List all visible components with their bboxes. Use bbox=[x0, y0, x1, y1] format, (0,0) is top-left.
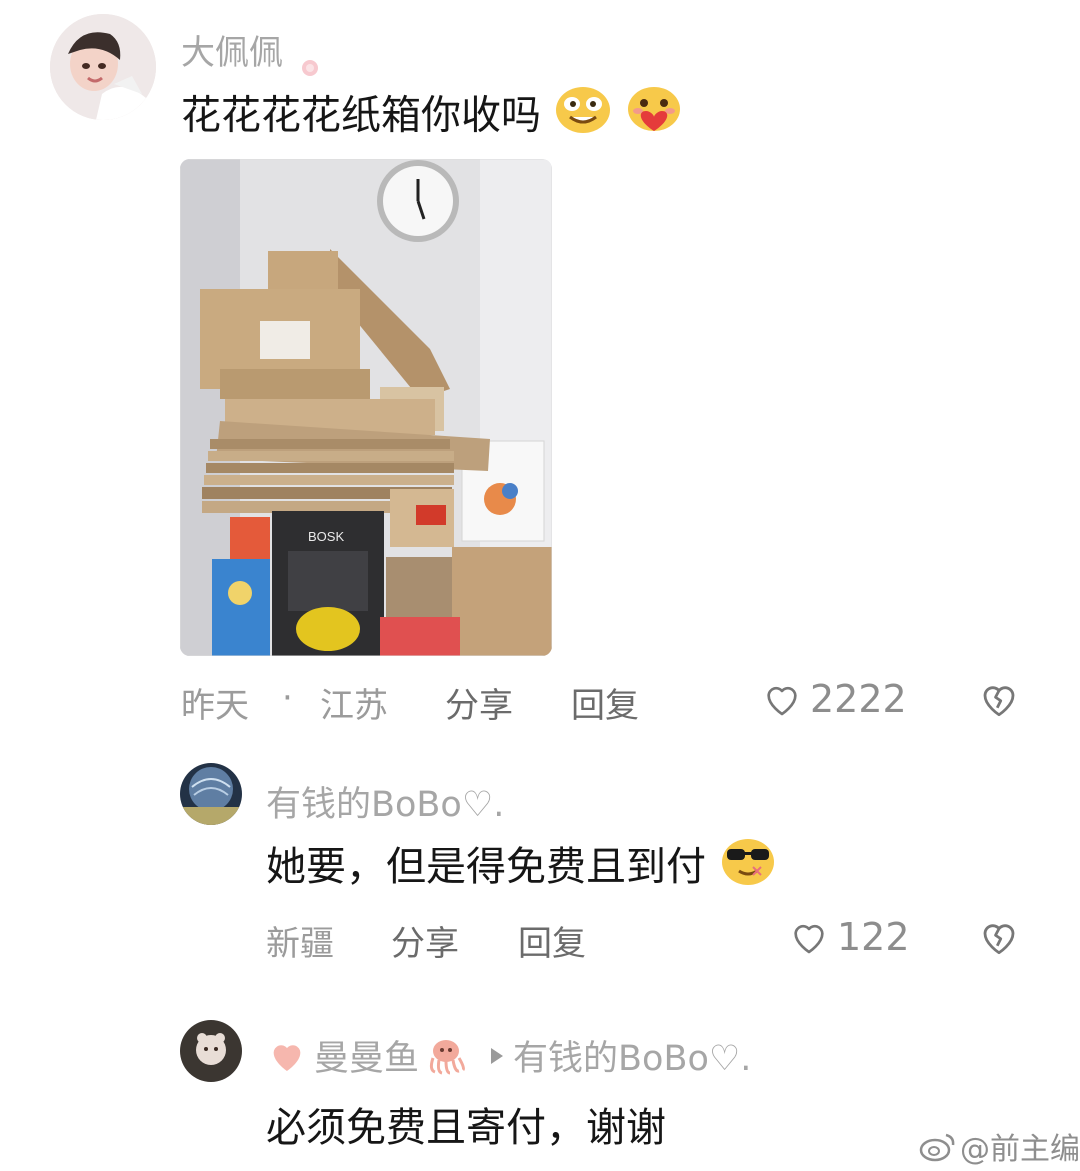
avatar[interactable] bbox=[50, 14, 156, 120]
watermark-text: @前主编 bbox=[960, 1132, 1080, 1167]
reply1-avatar-photo bbox=[180, 763, 242, 825]
heart-outline-icon bbox=[762, 679, 802, 719]
pink-heart-icon bbox=[266, 1036, 308, 1076]
reply2-reply-to: 有钱的BoBo♡. bbox=[513, 1039, 752, 1079]
main-like-count: 2222 bbox=[810, 677, 907, 721]
reply1-location: 新疆 bbox=[266, 924, 334, 964]
weibo-logo-icon bbox=[918, 1129, 958, 1163]
avatar-photo bbox=[50, 14, 156, 120]
broken-heart-icon bbox=[983, 924, 1015, 955]
main-comment-text: 花花花花纸箱你收吗 bbox=[181, 92, 541, 139]
reply1-reply-button[interactable]: 回复 bbox=[518, 916, 586, 965]
reply2-username: 曼曼鱼 bbox=[314, 1039, 420, 1079]
main-reply-button[interactable]: 回复 bbox=[571, 678, 639, 727]
heart-hug-emoji-icon bbox=[624, 85, 684, 150]
main-share-button[interactable]: 分享 bbox=[445, 678, 513, 727]
main-location: 江苏 bbox=[320, 686, 388, 726]
watermark: @前主编 bbox=[918, 1124, 1080, 1168]
reply1-dislike-button[interactable] bbox=[978, 916, 1020, 958]
reply2-comment-text[interactable]: 必须免费且寄付，谢谢 bbox=[266, 1095, 666, 1153]
heart-outline-icon bbox=[789, 917, 829, 957]
main-username-text: 大佩佩 bbox=[181, 33, 283, 73]
reply1-username[interactable]: 有钱的BoBo♡. bbox=[266, 776, 504, 827]
reply1-like-button[interactable]: 122 bbox=[789, 914, 910, 960]
reply1-avatar[interactable] bbox=[180, 763, 242, 825]
main-username[interactable]: 大佩佩 bbox=[181, 25, 320, 76]
main-comment-text-row[interactable]: 花花花花纸箱你收吗 bbox=[181, 85, 684, 150]
photo-box-label: BOSK bbox=[308, 529, 344, 544]
main-like-button[interactable]: 2222 bbox=[762, 676, 907, 722]
main-time: 昨天 bbox=[181, 686, 249, 726]
badge-icon bbox=[300, 46, 320, 76]
cool-sunglasses-emoji-icon bbox=[719, 835, 777, 903]
cardboard-boxes-image: BOSK bbox=[180, 159, 552, 656]
reply1-like-count: 122 bbox=[837, 915, 910, 959]
broken-heart-icon bbox=[983, 686, 1015, 717]
reply2-header[interactable]: 曼曼鱼 有钱的BoBo♡. bbox=[266, 1030, 751, 1081]
comment-photo[interactable]: BOSK bbox=[180, 159, 552, 656]
reply2-avatar[interactable] bbox=[180, 1020, 242, 1082]
reply1-comment-text: 她要，但是得免费且到付 bbox=[266, 844, 706, 890]
grin-emoji-icon bbox=[554, 85, 612, 150]
reply1-share-button[interactable]: 分享 bbox=[391, 916, 459, 965]
octopus-icon bbox=[423, 1036, 469, 1076]
reply1-text-row[interactable]: 她要，但是得免费且到付 bbox=[266, 835, 777, 903]
main-dislike-button[interactable] bbox=[978, 678, 1020, 720]
reply2-avatar-photo bbox=[180, 1020, 242, 1082]
reply-arrow-icon bbox=[483, 1036, 513, 1076]
meta-separator: · bbox=[282, 678, 293, 718]
